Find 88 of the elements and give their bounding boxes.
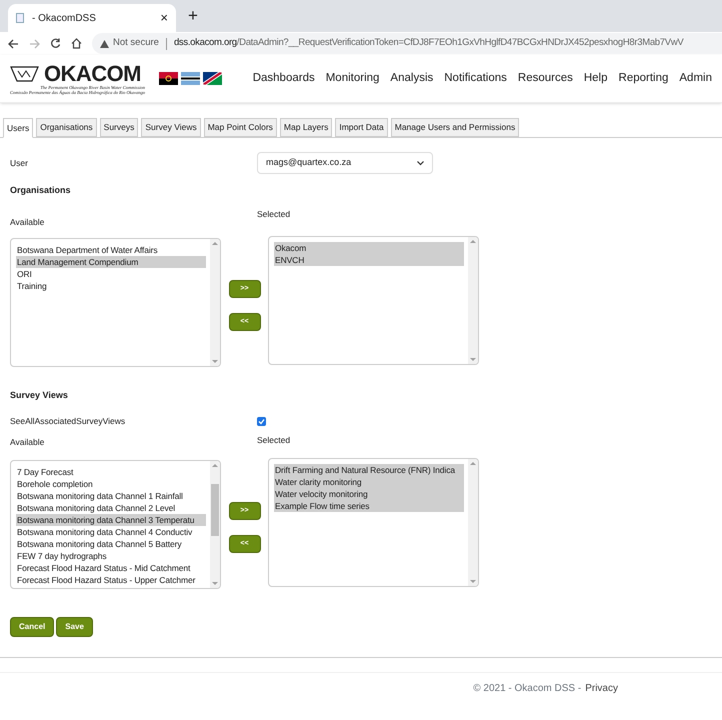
list-option[interactable]: Example Flow time series	[274, 500, 464, 512]
list-option[interactable]: Forecast Flood Hazard Status - Upper Catchmer	[16, 574, 206, 586]
section-heading: Organisations	[10, 184, 72, 197]
field-label: Available	[10, 216, 46, 228]
nav-link[interactable]: Reporting	[618, 70, 668, 88]
field-label: Selected	[257, 208, 290, 220]
list-option[interactable]: Borehole completion	[16, 478, 206, 490]
user-dropdown[interactable]: mags@quartex.co.za	[257, 152, 433, 174]
section-heading: Survey Views	[10, 389, 69, 402]
nav-link[interactable]: Dashboards	[252, 70, 315, 88]
reload-icon[interactable]	[50, 38, 61, 49]
field-label: Available	[10, 436, 46, 448]
scroll-down-icon[interactable]	[212, 582, 218, 586]
nav-link[interactable]: Resources	[518, 70, 573, 88]
scroll-up-icon[interactable]	[212, 464, 218, 468]
list-option[interactable]: Training	[16, 280, 206, 292]
scrollbar[interactable]	[468, 459, 478, 586]
dropdown-value: mags@quartex.co.za	[266, 156, 352, 170]
scroll-up-icon[interactable]	[212, 242, 218, 246]
url-text: dss.okacom.org/DataAdmin?__RequestVerificationToken=CfDJ8F7EOh1GxVhHglfD47BCGxHNDrJX452pesxhogH8r3Mab7VwV	[174, 36, 684, 50]
field-label: User	[10, 156, 29, 170]
list-option[interactable]: Botswana monitoring data Channel 1 Rainfall	[16, 490, 206, 502]
field-label: Selected	[257, 434, 290, 446]
nav-link[interactable]: Analysis	[390, 70, 434, 88]
list-option[interactable]: Water velocity monitoring	[274, 488, 464, 500]
scroll-thumb[interactable]	[211, 484, 219, 536]
list-option[interactable]: ENVCH	[274, 254, 464, 266]
list-box[interactable]: Okacom ENVCH	[268, 236, 479, 366]
tab[interactable]: Map Layers	[280, 118, 332, 137]
forward-icon[interactable]	[29, 38, 40, 48]
flag-icon	[180, 72, 200, 85]
list-box[interactable]: Drift Farming and Natural Resource (FNR) Indica Water clarity monitoring Water velocity monitoring Example Flow time series	[268, 458, 479, 588]
home-icon[interactable]	[71, 38, 82, 49]
tab-title: - OkacomDSS	[32, 12, 97, 26]
scrollbar[interactable]	[468, 237, 478, 364]
list-option[interactable]: Botswana monitoring data Channel 4 Conductiv	[16, 526, 206, 538]
tab[interactable]: Import Data	[335, 118, 388, 137]
flag-icon	[158, 72, 178, 85]
tab[interactable]: Organisations	[36, 118, 97, 137]
close-icon[interactable]: ×	[160, 8, 168, 28]
nav-link[interactable]: Monitoring	[326, 70, 380, 88]
logo-icon	[10, 64, 40, 82]
scrollbar[interactable]	[210, 239, 220, 366]
tab[interactable]: Surveys	[100, 118, 138, 137]
warning-icon	[100, 40, 109, 48]
tab[interactable]: Manage Users and Permissions	[390, 118, 520, 137]
list-option[interactable]: Water clarity monitoring	[274, 476, 464, 488]
cancel-button[interactable]: Cancel	[10, 617, 54, 638]
list-box[interactable]	[10, 460, 221, 590]
security-label: Not secure	[113, 36, 159, 50]
checkbox[interactable]	[257, 416, 266, 426]
privacy-link[interactable]: Privacy	[585, 681, 618, 696]
footer-text: © 2021 - Okacom DSS -	[473, 682, 582, 696]
list-option[interactable]: Botswana monitoring data Channel 3 Temperatu	[16, 514, 206, 526]
save-button[interactable]: Save	[56, 617, 93, 638]
address-bar[interactable]: Not secure dss.okacom.org/DataAdmin?__RequestVerificationToken=CfDJ8F7EOh1GxVhHglfD47BCGxHNDrJX452pesxhogH8r3Mab7VwV	[92, 33, 722, 54]
check-icon	[258, 418, 265, 425]
scroll-down-icon[interactable]	[212, 360, 218, 364]
list-option[interactable]: Okacom	[274, 242, 464, 254]
new-tab-icon[interactable]: +	[188, 2, 198, 28]
list-option[interactable]: Forecast Flood Hazard Status - Mid Catchment	[16, 562, 206, 574]
tab[interactable]: Map Point Colors	[204, 118, 277, 137]
nav-link[interactable]: Notifications	[444, 70, 507, 88]
list-option[interactable]: Botswana monitoring data Channel 5 Battery	[16, 538, 206, 550]
chevron-icon	[417, 160, 424, 166]
scroll-up-icon[interactable]	[470, 462, 476, 466]
scroll-down-icon[interactable]	[470, 580, 476, 584]
scrollbar[interactable]	[210, 461, 220, 588]
list-option[interactable]: 7 Day Forecast	[16, 466, 206, 478]
list-option[interactable]: Botswana Department of Water Affairs	[16, 244, 206, 256]
list-option[interactable]: ORI	[16, 268, 206, 280]
flag-icon	[202, 72, 222, 85]
list-option[interactable]: Land Management Compendium	[16, 256, 206, 268]
list-box[interactable]: Botswana Department of Water Affairs Land Management Compendium ORI Training	[10, 238, 221, 368]
tab[interactable]: Survey Views	[141, 118, 201, 137]
back-icon[interactable]	[8, 38, 19, 48]
logo-text: OKACOM	[44, 62, 141, 84]
nav-link[interactable]: Help	[584, 70, 608, 88]
page-icon	[16, 13, 24, 23]
list-option[interactable]: FEW 7 day hydrographs	[16, 550, 206, 562]
nav-link[interactable]: Admin	[679, 70, 712, 88]
list-option[interactable]: Drift Farming and Natural Resource (FNR) Indica	[274, 464, 464, 476]
list-option[interactable]: Botswana monitoring data Channel 2 Level	[16, 502, 206, 514]
scroll-down-icon[interactable]	[470, 358, 476, 362]
tab[interactable]: Users	[3, 118, 34, 138]
scroll-up-icon[interactable]	[470, 240, 476, 244]
browser-tab[interactable]: - OkacomDSS ×	[8, 4, 176, 32]
field-label: SeeAllAssociatedSurveyViews	[10, 414, 126, 428]
